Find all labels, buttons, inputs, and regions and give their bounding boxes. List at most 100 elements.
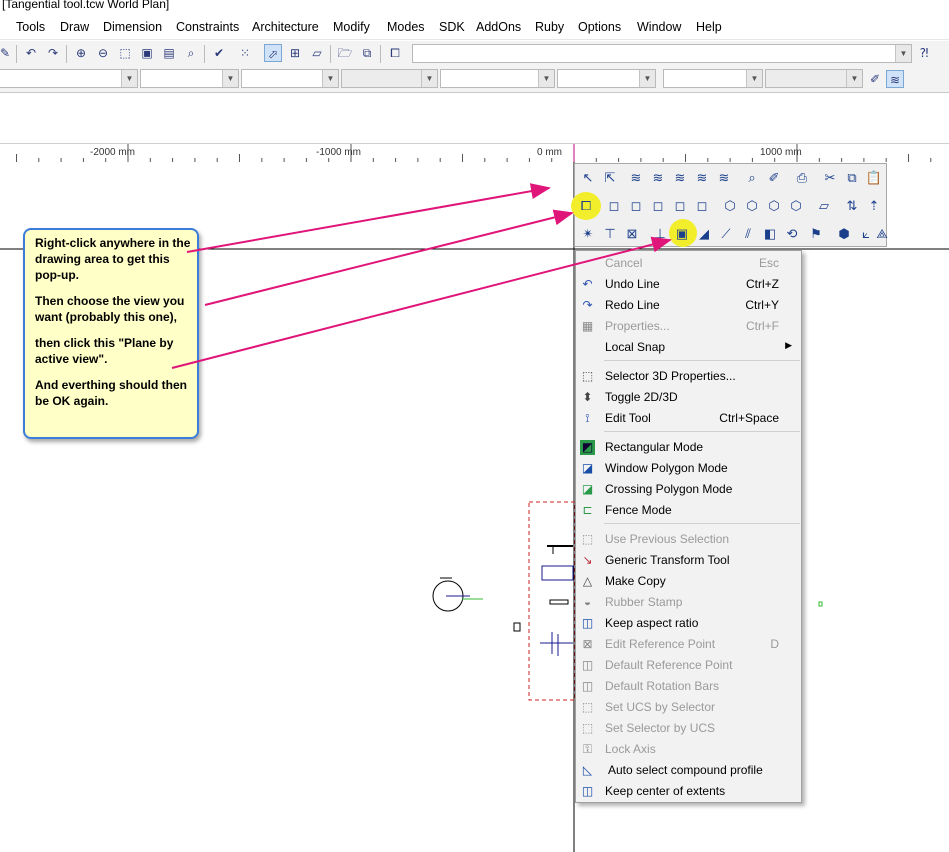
menu-window[interactable]: Window bbox=[637, 20, 681, 34]
plane-box-icon[interactable]: ⬢ bbox=[834, 224, 854, 244]
menu-item-crossing-polygon-mode[interactable]: ◪ Crossing Polygon Mode bbox=[576, 479, 801, 500]
window-icon[interactable]: ⧠ bbox=[386, 44, 404, 62]
menu-addons[interactable]: AddOns bbox=[476, 20, 521, 34]
menu-item-cancel[interactable]: Cancel Esc bbox=[576, 253, 801, 274]
chevron-down-icon[interactable]: ▼ bbox=[746, 70, 762, 87]
view-iso-icon[interactable]: ⬡ bbox=[742, 196, 762, 216]
plane-view-icon[interactable]: ◧ bbox=[760, 224, 780, 244]
menu-item-generic-transform-tool[interactable]: ↘ Generic Transform Tool bbox=[576, 550, 801, 571]
select-arrow-icon[interactable]: ↖ bbox=[578, 168, 598, 188]
menu-item-make-copy[interactable]: △ Make Copy bbox=[576, 571, 801, 592]
pick-icon[interactable]: ✐ bbox=[764, 168, 784, 188]
chevron-down-icon[interactable]: ▼ bbox=[121, 70, 137, 87]
view-left-icon[interactable]: ◻ bbox=[648, 196, 668, 216]
menu-item-lock-axis[interactable]: ⚿ Lock Axis bbox=[576, 739, 801, 760]
menu-item-set-ucs-by-selector[interactable]: ⬚ Set UCS by Selector bbox=[576, 697, 801, 718]
workplane-icon[interactable]: ▱ bbox=[308, 44, 326, 62]
layer-stack-icon[interactable]: ≋ bbox=[692, 168, 712, 188]
menu-options[interactable]: Options bbox=[578, 20, 621, 34]
ucs-icon[interactable]: ⇅ bbox=[842, 196, 862, 216]
copy-icon[interactable]: ⧉ bbox=[842, 168, 862, 188]
plane-edge-icon[interactable]: ⫽ bbox=[738, 224, 758, 244]
selector-tool-icon[interactable]: ⬀ bbox=[264, 44, 282, 62]
menu-item-local-snap[interactable]: Local Snap ▶ bbox=[576, 337, 801, 358]
menu-item-rectangular-mode[interactable]: ◩ Rectangular Mode bbox=[576, 437, 801, 458]
brush-icon[interactable]: ✎ bbox=[0, 44, 14, 62]
menu-constraints[interactable]: Constraints bbox=[176, 20, 239, 34]
view-front-icon[interactable]: ◻ bbox=[604, 196, 624, 216]
menu-draw[interactable]: Draw bbox=[60, 20, 89, 34]
zoom-in-icon[interactable]: ⊕ bbox=[72, 44, 90, 62]
menu-item-properties[interactable]: ▦ Properties... Ctrl+F bbox=[576, 316, 801, 337]
chevron-down-icon[interactable]: ▼ bbox=[222, 70, 238, 87]
menu-item-edit-tool[interactable]: ⟟ Edit Tool Ctrl+Space bbox=[576, 408, 801, 429]
layer-stack-icon[interactable]: ≋ bbox=[648, 168, 668, 188]
menu-item-auto-select-compound-profile[interactable]: ◺ Auto select compound profile bbox=[576, 760, 801, 781]
menu-item-window-polygon-mode[interactable]: ◪ Window Polygon Mode bbox=[576, 458, 801, 479]
color-combo[interactable]: ▼ bbox=[140, 69, 239, 88]
help-pointer-icon[interactable]: ⁈ bbox=[915, 44, 933, 62]
zoom-previous-icon[interactable]: ⌕ bbox=[182, 44, 200, 62]
grid-icon[interactable]: ⁙ bbox=[236, 44, 254, 62]
plane-corner-icon[interactable]: ⟁ bbox=[872, 224, 892, 244]
zoom-out-icon[interactable]: ⊖ bbox=[94, 44, 112, 62]
view-top-icon[interactable]: ◻ bbox=[692, 196, 712, 216]
layer-stack-icon[interactable]: ≋ bbox=[886, 70, 904, 88]
plane-tool-icon[interactable]: ✴ bbox=[578, 224, 598, 244]
view-right-icon[interactable]: ◻ bbox=[670, 196, 690, 216]
chevron-down-icon[interactable]: ▼ bbox=[639, 70, 655, 87]
menu-help[interactable]: Help bbox=[696, 20, 722, 34]
command-combo[interactable]: ▼ bbox=[412, 44, 912, 63]
menu-tools[interactable]: Tools bbox=[16, 20, 45, 34]
select-edit-icon[interactable]: ⇱ bbox=[600, 168, 620, 188]
layer-stack-icon[interactable]: ≋ bbox=[626, 168, 646, 188]
open-folder-icon[interactable]: 🗁 bbox=[336, 44, 354, 62]
zoom-extents-icon[interactable]: ▣ bbox=[138, 44, 156, 62]
plane-table-icon[interactable]: ⊤ bbox=[600, 224, 620, 244]
pick-property-icon[interactable]: ✐ bbox=[866, 70, 884, 88]
view-iso-icon[interactable]: ⬡ bbox=[786, 196, 806, 216]
view-iso-icon[interactable]: ⬡ bbox=[720, 196, 740, 216]
menu-modes[interactable]: Modes bbox=[387, 20, 425, 34]
plane-facet-icon[interactable]: ◢ bbox=[694, 224, 714, 244]
view-cube-icon[interactable]: ⧠ bbox=[576, 196, 596, 216]
plane-by-active-view-icon[interactable]: ▣ bbox=[672, 224, 692, 244]
chevron-down-icon[interactable]: ▼ bbox=[421, 70, 437, 87]
cut-icon[interactable]: ✂ bbox=[820, 168, 840, 188]
view-back-icon[interactable]: ◻ bbox=[626, 196, 646, 216]
view-iso-icon[interactable]: ⬡ bbox=[764, 196, 784, 216]
plane-line-icon[interactable]: ⟋ bbox=[716, 224, 736, 244]
chevron-down-icon[interactable]: ▼ bbox=[846, 70, 862, 87]
snap-icon[interactable]: ⊞ bbox=[286, 44, 304, 62]
plane-rotate-icon[interactable]: ⟲ bbox=[782, 224, 802, 244]
plane-flag-icon[interactable]: ⚑ bbox=[806, 224, 826, 244]
chevron-down-icon[interactable]: ▼ bbox=[322, 70, 338, 87]
menu-dimension[interactable]: Dimension bbox=[103, 20, 162, 34]
layer-stack-icon[interactable]: ≋ bbox=[670, 168, 690, 188]
menu-architecture[interactable]: Architecture bbox=[252, 20, 319, 34]
zoom-window-icon[interactable]: ⬚ bbox=[116, 44, 134, 62]
menu-item-set-selector-by-ucs[interactable]: ⬚ Set Selector by UCS bbox=[576, 718, 801, 739]
menu-item-edit-reference-point[interactable]: ⊠ Edit Reference Point D bbox=[576, 634, 801, 655]
chevron-down-icon[interactable]: ▼ bbox=[895, 45, 911, 62]
size-combo[interactable]: ▼ bbox=[765, 69, 863, 88]
layers-icon[interactable]: ⧉ bbox=[358, 44, 376, 62]
menu-modify[interactable]: Modify bbox=[333, 20, 370, 34]
font-combo[interactable]: ▼ bbox=[663, 69, 763, 88]
printer-icon[interactable]: ⎙ bbox=[792, 168, 812, 188]
lineweight-combo[interactable]: ▼ bbox=[341, 69, 438, 88]
menu-sdk[interactable]: SDK bbox=[439, 20, 465, 34]
plane-points-icon[interactable]: ⊠ bbox=[622, 224, 642, 244]
pattern-combo[interactable]: ▼ bbox=[440, 69, 555, 88]
menu-item-undo-line[interactable]: ↶ Undo Line Ctrl+Z bbox=[576, 274, 801, 295]
plane-axis-icon[interactable]: ⊥ bbox=[650, 224, 670, 244]
undo-icon[interactable]: ↶ bbox=[22, 44, 40, 62]
menu-item-toggle-2d3d[interactable]: ⬍ Toggle 2D/3D bbox=[576, 387, 801, 408]
spell-check-icon[interactable]: ✔ bbox=[210, 44, 228, 62]
layer-stack-icon[interactable]: ≋ bbox=[714, 168, 734, 188]
chevron-down-icon[interactable]: ▼ bbox=[538, 70, 554, 87]
menu-item-rubber-stamp[interactable]: ◒ Rubber Stamp bbox=[576, 592, 801, 613]
menu-ruby[interactable]: Ruby bbox=[535, 20, 564, 34]
menu-item-selector-3d-properties[interactable]: ⬚ Selector 3D Properties... bbox=[576, 366, 801, 387]
up-arrow-icon[interactable]: ⇡ bbox=[864, 196, 884, 216]
